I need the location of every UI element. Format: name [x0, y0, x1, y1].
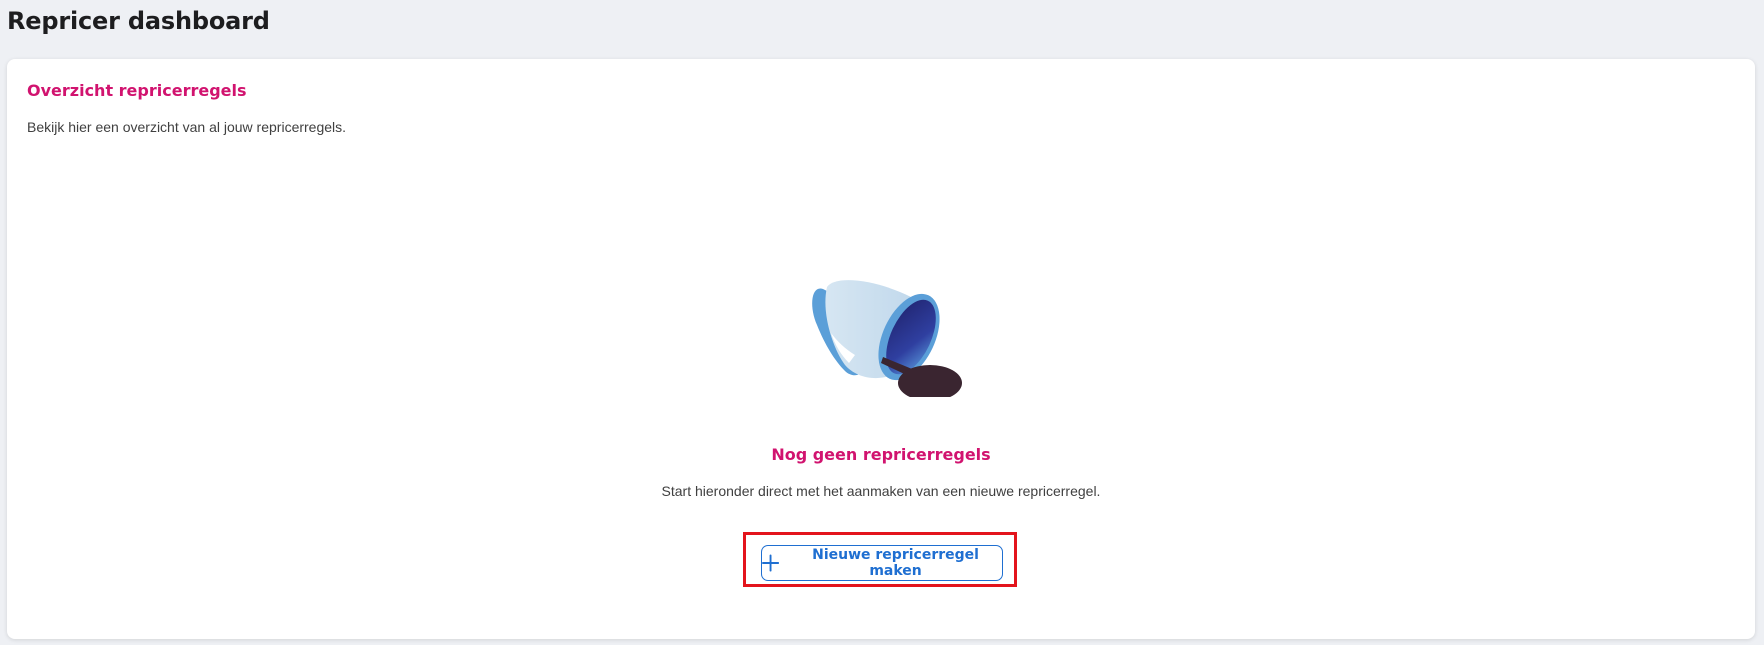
new-repricer-rule-button-label: Nieuwe repricerregel maken	[812, 547, 979, 579]
card-subtitle: Bekijk hier een overzicht van al jouw re…	[27, 119, 347, 135]
card-title: Overzicht repricerregels	[27, 81, 247, 100]
empty-state-title: Nog geen repricerregels	[771, 445, 991, 464]
spilled-cup-icon	[812, 280, 962, 397]
repricer-rules-card: Overzicht repricerregels Bekijk hier een…	[7, 59, 1755, 639]
empty-state-text: Start hieronder direct met het aanmaken …	[661, 483, 1101, 499]
plus-icon	[762, 554, 780, 572]
page-title: Repricer dashboard	[7, 7, 270, 35]
new-repricer-rule-button[interactable]: Nieuwe repricerregel maken	[761, 545, 1003, 581]
